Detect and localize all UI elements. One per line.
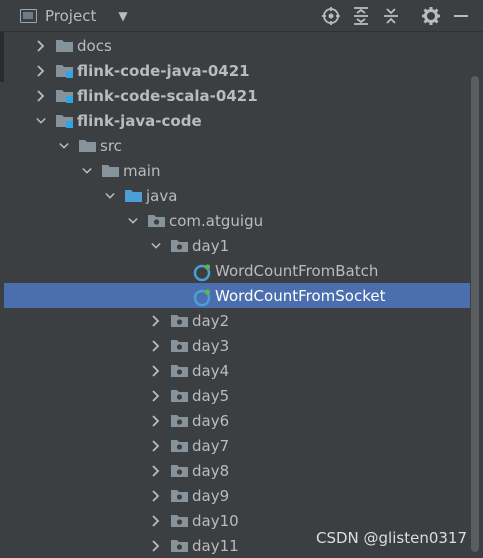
- tree-item-label: docs: [77, 36, 112, 55]
- package-icon: [170, 363, 189, 378]
- folder-icon: [101, 163, 120, 178]
- package-icon: [170, 388, 189, 403]
- tree-item-label: day2: [192, 311, 230, 330]
- chevron-right-icon[interactable]: [151, 339, 161, 352]
- package-icon: [147, 213, 166, 228]
- tree-item-label: com.atguigu: [169, 211, 264, 230]
- tree-item-label: day3: [192, 336, 230, 355]
- folder-icon: [55, 38, 74, 53]
- chevron-right-icon[interactable]: [36, 64, 46, 77]
- tree-item-label: WordCountFromSocket: [215, 286, 386, 305]
- tree-item-label: day10: [192, 511, 239, 530]
- tree-item-day9[interactable]: day9: [4, 483, 470, 508]
- tree-item-label: java: [146, 186, 178, 205]
- chevron-right-icon[interactable]: [151, 439, 161, 452]
- minimize-icon[interactable]: [449, 4, 473, 28]
- chevron-down-icon[interactable]: ▼: [118, 9, 127, 23]
- tree-item-flink-java-code[interactable]: flink-java-code: [4, 108, 470, 133]
- source-folder-icon: [124, 188, 143, 203]
- java-class-icon: [193, 288, 212, 307]
- tree-item-flink-code-scala-0421[interactable]: flink-code-scala-0421: [4, 83, 470, 108]
- chevron-right-icon[interactable]: [151, 514, 161, 527]
- package-icon: [170, 438, 189, 453]
- tree-item-day7[interactable]: day7: [4, 433, 470, 458]
- module-folder-icon: [55, 88, 74, 103]
- project-title: Project: [45, 7, 97, 25]
- chevron-right-icon[interactable]: [36, 39, 46, 52]
- tree-item-wordcountfrombatch[interactable]: WordCountFromBatch: [4, 258, 470, 283]
- expand-all-icon[interactable]: [349, 4, 373, 28]
- folder-icon: [78, 138, 97, 153]
- tree-item-flink-code-java-0421[interactable]: flink-code-java-0421: [4, 58, 470, 83]
- tree-item-label: day5: [192, 386, 230, 405]
- chevron-down-icon[interactable]: [105, 191, 115, 201]
- tree-item-label: day7: [192, 436, 230, 455]
- tree-item-label: main: [123, 161, 161, 180]
- tree-item-label: flink-code-java-0421: [77, 61, 250, 80]
- tree-item-day2[interactable]: day2: [4, 308, 470, 333]
- package-icon: [170, 313, 189, 328]
- chevron-right-icon[interactable]: [151, 489, 161, 502]
- chevron-down-icon[interactable]: [82, 166, 92, 176]
- tree-item-label: day1: [192, 236, 230, 255]
- locate-icon[interactable]: [319, 4, 343, 28]
- tree-item-label: day6: [192, 411, 230, 430]
- tree-item-com-atguigu[interactable]: com.atguigu: [4, 208, 470, 233]
- package-icon: [170, 413, 189, 428]
- chevron-down-icon[interactable]: [128, 216, 138, 226]
- tree-item-label: flink-code-scala-0421: [77, 86, 258, 105]
- tree-item-src[interactable]: src: [4, 133, 470, 158]
- collapse-all-icon[interactable]: [379, 4, 403, 28]
- tree-item-label: flink-java-code: [77, 111, 202, 130]
- chevron-right-icon[interactable]: [151, 389, 161, 402]
- package-icon: [170, 238, 189, 253]
- tree-item-label: day11: [192, 536, 239, 555]
- tree-item-docs[interactable]: docs: [4, 33, 470, 58]
- module-folder-icon: [55, 113, 74, 128]
- tree-item-main[interactable]: main: [4, 158, 470, 183]
- watermark: CSDN @glisten0317: [316, 529, 467, 547]
- package-icon: [170, 513, 189, 528]
- package-icon: [170, 538, 189, 553]
- tree-item-label: day8: [192, 461, 230, 480]
- chevron-right-icon[interactable]: [151, 414, 161, 427]
- vertical-scrollbar[interactable]: [471, 76, 479, 552]
- package-icon: [170, 488, 189, 503]
- chevron-down-icon[interactable]: [151, 241, 161, 251]
- tree-item-label: WordCountFromBatch: [215, 261, 379, 280]
- tree-item-label: day4: [192, 361, 230, 380]
- package-icon: [170, 338, 189, 353]
- project-tool-window-header: Project ▼: [0, 0, 483, 32]
- tree-item-day4[interactable]: day4: [4, 358, 470, 383]
- module-folder-icon: [55, 63, 74, 78]
- java-class-icon: [193, 263, 212, 282]
- project-window-icon: [20, 9, 37, 23]
- tree-item-day6[interactable]: day6: [4, 408, 470, 433]
- chevron-right-icon[interactable]: [36, 89, 46, 102]
- tree-item-day3[interactable]: day3: [4, 333, 470, 358]
- package-icon: [170, 463, 189, 478]
- chevron-right-icon[interactable]: [151, 539, 161, 552]
- tree-item-day5[interactable]: day5: [4, 383, 470, 408]
- chevron-down-icon[interactable]: [36, 116, 46, 126]
- tree-item-wordcountfromsocket[interactable]: WordCountFromSocket: [4, 283, 470, 308]
- tree-item-java[interactable]: java: [4, 183, 470, 208]
- chevron-right-icon[interactable]: [151, 364, 161, 377]
- gear-icon[interactable]: [419, 4, 443, 28]
- tree-item-day1[interactable]: day1: [4, 233, 470, 258]
- chevron-down-icon[interactable]: [59, 141, 69, 151]
- tree-item-day8[interactable]: day8: [4, 458, 470, 483]
- tree-item-label: day9: [192, 486, 230, 505]
- project-view-selector[interactable]: Project ▼: [20, 5, 128, 27]
- tree-item-label: src: [100, 136, 122, 155]
- chevron-right-icon[interactable]: [151, 464, 161, 477]
- chevron-right-icon[interactable]: [151, 314, 161, 327]
